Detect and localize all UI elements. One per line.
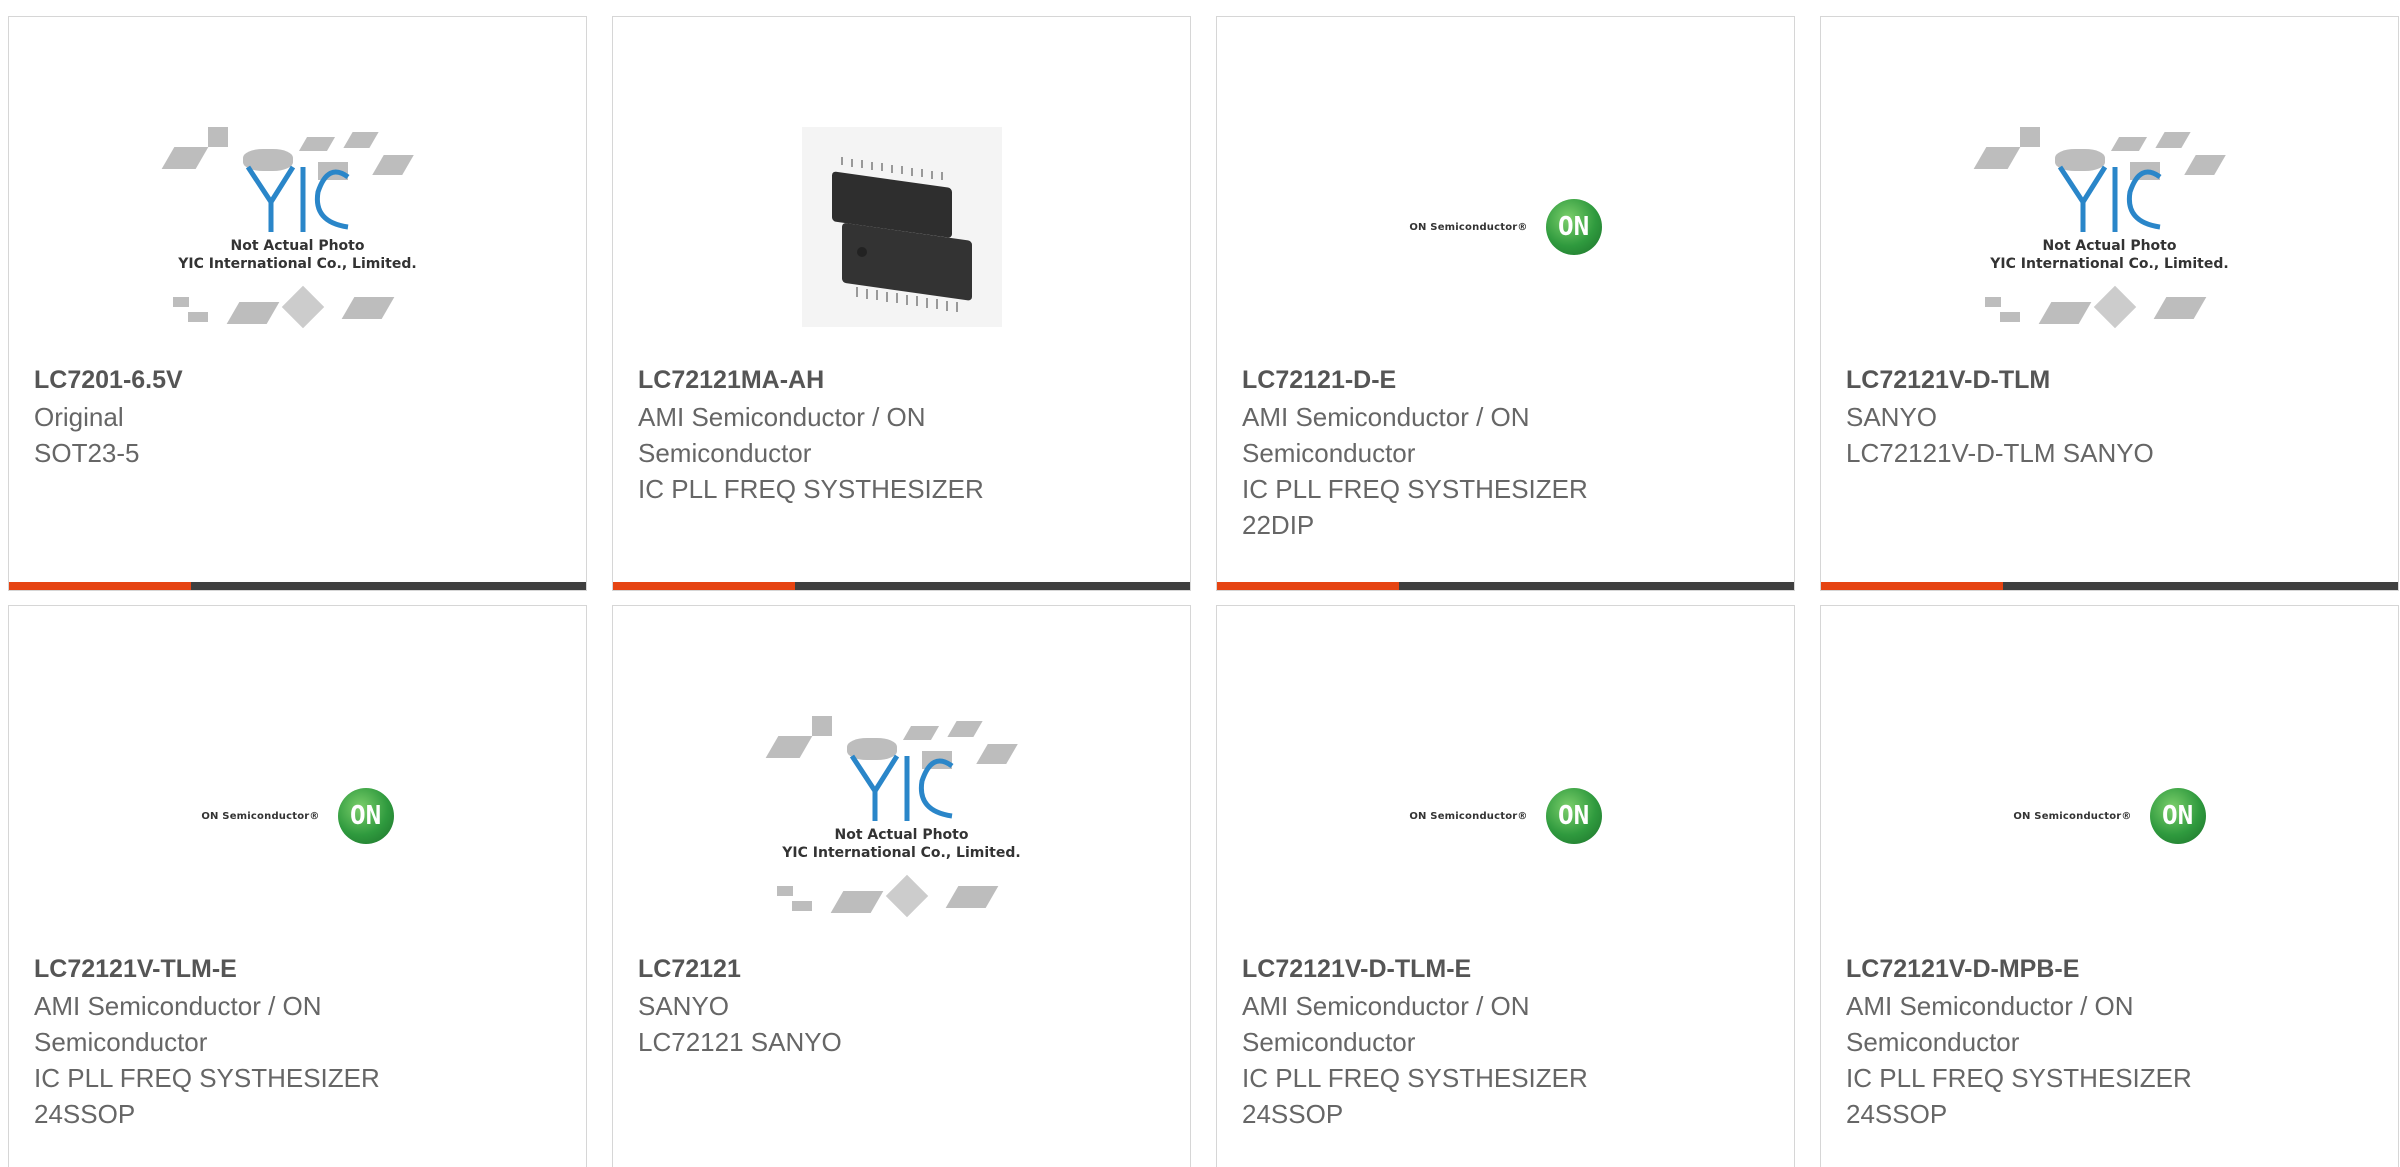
product-detail: IC PLL FREQ SYSTHESIZER bbox=[1846, 1063, 2192, 1093]
on-logo-icon: ON bbox=[1545, 788, 1602, 844]
yic-placeholder-image: Not Actual Photo YIC International Co., … bbox=[158, 107, 438, 347]
product-image: Not Actual Photo YIC International Co., … bbox=[9, 87, 586, 367]
product-card[interactable]: Not Actual Photo YIC International Co., … bbox=[8, 16, 587, 591]
yic-placeholder-image: Not Actual Photo YIC International Co., … bbox=[1970, 107, 2250, 347]
product-detail: IC PLL FREQ SYSTHESIZER bbox=[1242, 1063, 1588, 1093]
product-card[interactable]: ON Semiconductor® ON LC72121-D-E AMI Sem… bbox=[1216, 16, 1795, 591]
product-detail: Original bbox=[34, 402, 124, 432]
part-number-link[interactable]: LC72121 bbox=[638, 950, 1170, 988]
product-detail: 24SSOP bbox=[1846, 1099, 1948, 1129]
product-image: ON Semiconductor® ON bbox=[1821, 676, 2398, 956]
product-info: LC7201-6.5V Original SOT23-5 bbox=[34, 361, 566, 471]
on-semiconductor-logo: ON Semiconductor® ON bbox=[201, 788, 394, 844]
yic-caption: Not Actual Photo YIC International Co., … bbox=[782, 827, 1021, 861]
on-logo-icon: ON bbox=[337, 788, 394, 844]
on-logo-icon: ON bbox=[2149, 788, 2206, 844]
product-card[interactable]: Not Actual Photo YIC International Co., … bbox=[612, 605, 1191, 1167]
product-card[interactable]: ON Semiconductor® ON LC72121V-TLM-E AMI … bbox=[8, 605, 587, 1167]
product-detail: SOT23-5 bbox=[34, 438, 140, 468]
yic-logo-icon bbox=[245, 165, 349, 232]
product-detail: Semiconductor bbox=[1846, 1027, 2020, 1057]
product-detail: 24SSOP bbox=[34, 1099, 136, 1129]
product-detail: IC PLL FREQ SYSTHESIZER bbox=[1242, 474, 1588, 504]
card-bottom-bar bbox=[613, 582, 1190, 590]
part-number-link[interactable]: LC72121V-D-MPB-E bbox=[1846, 950, 2378, 988]
part-number-link[interactable]: LC7201-6.5V bbox=[34, 361, 566, 399]
product-detail: 24SSOP bbox=[1242, 1099, 1344, 1129]
product-image: ON Semiconductor® ON bbox=[1217, 676, 1794, 956]
yic-logo-icon bbox=[2057, 165, 2161, 232]
yic-caption: Not Actual Photo YIC International Co., … bbox=[178, 238, 417, 272]
product-card[interactable]: ON Semiconductor® ON LC72121V-D-MPB-E AM… bbox=[1820, 605, 2399, 1167]
part-number-link[interactable]: LC72121V-TLM-E bbox=[34, 950, 566, 988]
product-detail: 22DIP bbox=[1242, 510, 1315, 540]
product-image: ON Semiconductor® ON bbox=[1217, 87, 1794, 367]
product-detail: LC72121V-D-TLM SANYO bbox=[1846, 438, 2154, 468]
part-number-link[interactable]: LC72121-D-E bbox=[1242, 361, 1774, 399]
yic-logo-icon bbox=[849, 754, 953, 821]
product-info: LC72121V-D-TLM-E AMI Semiconductor / ON … bbox=[1242, 950, 1774, 1132]
product-info: LC72121MA-AH AMI Semiconductor / ON Semi… bbox=[638, 361, 1170, 507]
product-info: LC72121 SANYO LC72121 SANYO bbox=[638, 950, 1170, 1060]
product-detail: AMI Semiconductor / ON bbox=[1846, 991, 2134, 1021]
yic-placeholder-image: Not Actual Photo YIC International Co., … bbox=[762, 696, 1042, 936]
card-bottom-bar bbox=[1821, 582, 2398, 590]
part-number-link[interactable]: LC72121V-D-TLM bbox=[1846, 361, 2378, 399]
product-info: LC72121V-D-MPB-E AMI Semiconductor / ON … bbox=[1846, 950, 2378, 1132]
product-card[interactable]: LC72121MA-AH AMI Semiconductor / ON Semi… bbox=[612, 16, 1191, 591]
product-card[interactable]: Not Actual Photo YIC International Co., … bbox=[1820, 16, 2399, 591]
product-image: Not Actual Photo YIC International Co., … bbox=[613, 676, 1190, 956]
on-semiconductor-logo: ON Semiconductor® ON bbox=[1409, 788, 1602, 844]
product-detail: AMI Semiconductor / ON bbox=[1242, 991, 1530, 1021]
product-grid: Not Actual Photo YIC International Co., … bbox=[0, 0, 2400, 1167]
product-detail: LC72121 SANYO bbox=[638, 1027, 842, 1057]
on-semiconductor-logo: ON Semiconductor® ON bbox=[1409, 199, 1602, 255]
card-bottom-bar bbox=[1217, 582, 1794, 590]
product-image: Not Actual Photo YIC International Co., … bbox=[1821, 87, 2398, 367]
product-detail: Semiconductor bbox=[34, 1027, 208, 1057]
part-number-link[interactable]: LC72121V-D-TLM-E bbox=[1242, 950, 1774, 988]
product-detail: AMI Semiconductor / ON bbox=[1242, 402, 1530, 432]
part-number-link[interactable]: LC72121MA-AH bbox=[638, 361, 1170, 399]
product-detail: Semiconductor bbox=[638, 438, 812, 468]
product-detail: Semiconductor bbox=[1242, 438, 1416, 468]
yic-caption: Not Actual Photo YIC International Co., … bbox=[1990, 238, 2229, 272]
on-semiconductor-logo: ON Semiconductor® ON bbox=[2013, 788, 2206, 844]
product-detail: SANYO bbox=[1846, 402, 1938, 432]
product-detail: IC PLL FREQ SYSTHESIZER bbox=[638, 474, 984, 504]
product-info: LC72121-D-E AMI Semiconductor / ON Semic… bbox=[1242, 361, 1774, 543]
chip-photo-image bbox=[801, 127, 1002, 327]
product-info: LC72121V-TLM-E AMI Semiconductor / ON Se… bbox=[34, 950, 566, 1132]
product-detail: SANYO bbox=[638, 991, 730, 1021]
product-info: LC72121V-D-TLM SANYO LC72121V-D-TLM SANY… bbox=[1846, 361, 2378, 471]
product-detail: Semiconductor bbox=[1242, 1027, 1416, 1057]
product-card[interactable]: ON Semiconductor® ON LC72121V-D-TLM-E AM… bbox=[1216, 605, 1795, 1167]
card-bottom-bar bbox=[9, 582, 586, 590]
product-image: ON Semiconductor® ON bbox=[9, 676, 586, 956]
product-detail: AMI Semiconductor / ON bbox=[34, 991, 322, 1021]
product-detail: IC PLL FREQ SYSTHESIZER bbox=[34, 1063, 380, 1093]
on-logo-icon: ON bbox=[1545, 199, 1602, 255]
product-detail: AMI Semiconductor / ON bbox=[638, 402, 926, 432]
product-image bbox=[613, 87, 1190, 367]
